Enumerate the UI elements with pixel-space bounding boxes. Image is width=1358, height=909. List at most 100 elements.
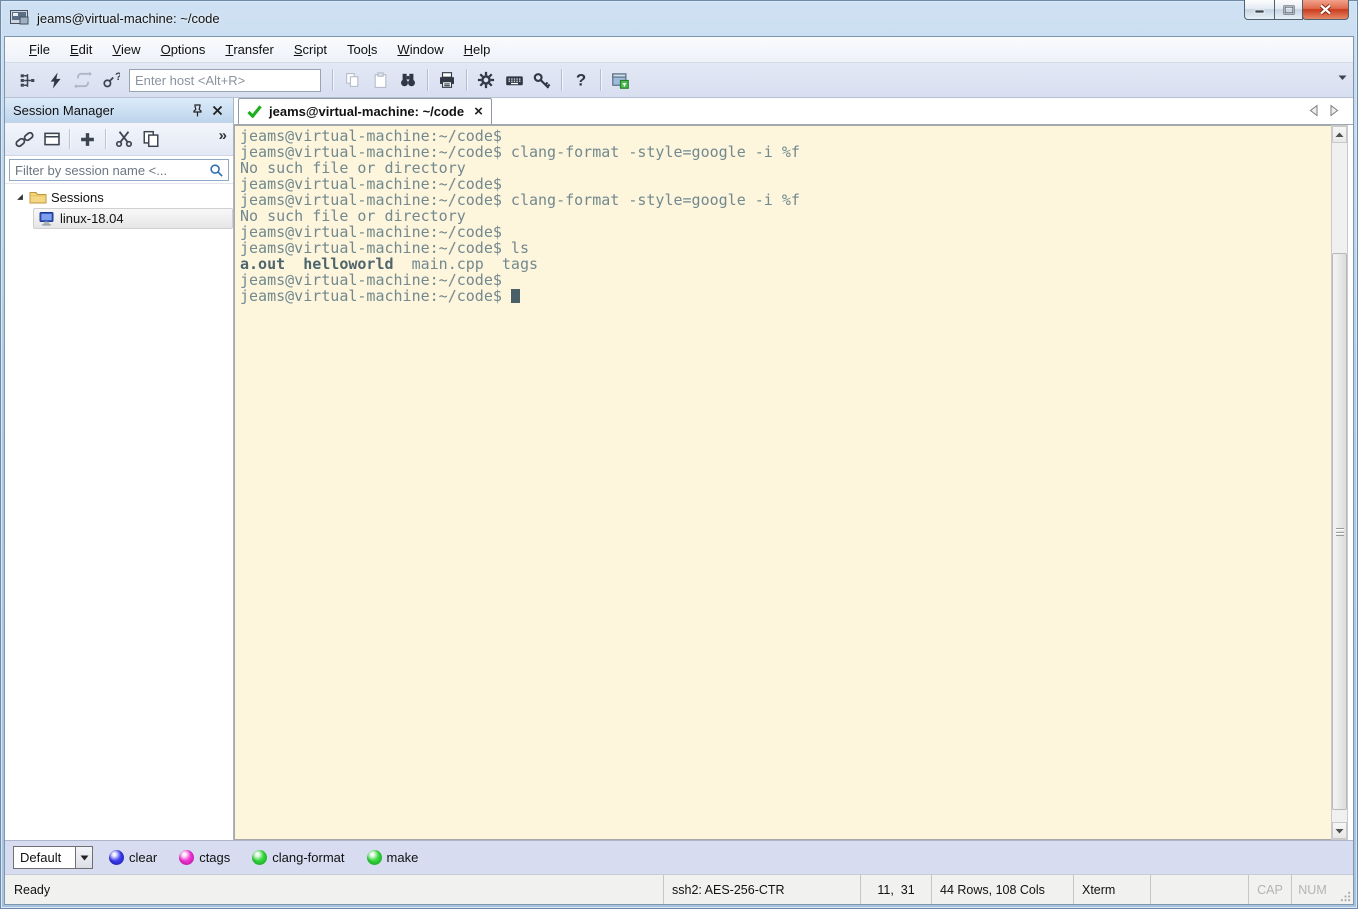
command-button-clang-format[interactable]: clang-format (252, 850, 345, 865)
options-gear-icon[interactable] (473, 67, 499, 93)
key-icon[interactable] (529, 67, 555, 93)
tree-root-label: Sessions (51, 189, 104, 205)
copy-session-icon[interactable] (138, 127, 163, 152)
terminal-line: jeams@virtual-machine:~/code$ (240, 127, 502, 145)
menu-item-transfer[interactable]: Transfer (215, 37, 283, 62)
ctags-ball-icon (179, 850, 195, 865)
quick-connect-icon[interactable] (42, 67, 68, 93)
status-ready: Ready (14, 882, 51, 897)
command-button-label: make (386, 850, 419, 865)
svg-text:?: ? (115, 71, 120, 83)
session-filter-input[interactable] (9, 159, 229, 181)
terminal-line: No such file or directory (240, 159, 466, 177)
profile-value: Default (13, 846, 75, 869)
tree-expand-icon[interactable] (13, 192, 27, 202)
app-icon (10, 10, 29, 25)
title-bar: jeams@virtual-machine: ~/code (0, 0, 1358, 36)
connect-dialog-icon[interactable]: ? (98, 67, 124, 93)
connected-check-icon (247, 105, 262, 118)
session-manager-panel: Session Manager » Filter by session name… (5, 98, 234, 840)
terminal-line: a.out helloworld main.cpp tags (240, 255, 539, 273)
menu-item-script[interactable]: Script (284, 37, 337, 62)
menu-item-view[interactable]: View (102, 37, 150, 62)
print-icon[interactable] (434, 67, 460, 93)
toolbar-separator (427, 69, 428, 91)
terminal-line: jeams@virtual-machine:~/code$ (240, 271, 502, 289)
status-emulation: Xterm (1073, 875, 1150, 904)
toolbar-overflow-icon[interactable] (1338, 74, 1347, 81)
menu-item-options[interactable]: Options (151, 37, 216, 62)
svg-text:?: ? (576, 71, 586, 89)
tab-close-icon[interactable]: × (474, 104, 483, 119)
menu-item-help[interactable]: Help (454, 37, 501, 62)
terminal-text[interactable]: jeams@virtual-machine:~/code$ jeams@virtu… (234, 125, 1331, 840)
overflow-chevron-icon[interactable]: » (219, 127, 227, 144)
terminal-area: jeams@virtual-machine:~/code$ jeams@virtu… (234, 125, 1353, 840)
tree-root-sessions[interactable]: Sessions (5, 186, 233, 208)
panel-close-icon[interactable] (207, 101, 227, 120)
filter-box (5, 156, 233, 184)
resize-grip[interactable] (1333, 875, 1353, 904)
tree-item-session[interactable]: linux-18.04 (33, 208, 233, 229)
computer-icon (39, 211, 54, 225)
connect-session-icon[interactable] (12, 127, 37, 152)
reconnect-icon[interactable] (70, 67, 96, 93)
menu-item-tools[interactable]: Too l s (337, 37, 387, 62)
quick-connect-host-input[interactable] (129, 68, 321, 92)
menu-item-edit[interactable]: Edit (60, 37, 102, 62)
copy-icon[interactable] (339, 67, 365, 93)
menubar: File Edit View Options Transfer Script Too l s Wi… (5, 37, 1353, 63)
clear-ball-icon (109, 850, 124, 865)
session-options-icon[interactable] (607, 67, 633, 93)
status-encryption: ssh2: AES-256-CTR (663, 875, 860, 904)
toolbar-separator (332, 69, 333, 91)
maximize-button[interactable] (1274, 0, 1303, 20)
scroll-down-icon[interactable] (1332, 822, 1347, 839)
status-spacer (1150, 875, 1248, 904)
tab-label: jeams@virtual-machine: ~/code (269, 104, 465, 119)
search-icon (210, 164, 223, 177)
status-terminal-size: 44 Rows, 108 Cols (931, 875, 1073, 904)
cut-icon[interactable] (111, 127, 136, 152)
paste-icon[interactable] (367, 67, 393, 93)
button-bar-profile-combo[interactable]: Default (13, 846, 93, 869)
tab-scroll-right-icon[interactable] (1329, 104, 1339, 117)
keyboard-icon[interactable] (501, 67, 527, 93)
minimize-button[interactable] (1244, 0, 1275, 20)
pin-icon[interactable] (187, 101, 207, 120)
clang-format-ball-icon (252, 850, 268, 865)
scrollbar-thumb[interactable] (1332, 253, 1347, 810)
button-bar: Default clear ctags clang-format make (5, 840, 1353, 874)
tab-scroll-left-icon[interactable] (1309, 104, 1319, 117)
session-manager-title: Session Manager (13, 102, 115, 118)
help-icon[interactable]: ? (568, 67, 594, 93)
button-bar-buttons: clear ctags clang-format make (109, 850, 440, 865)
toolbar-separator (561, 69, 562, 91)
menu-item-file[interactable]: File (19, 37, 60, 62)
terminal-line: jeams@virtual-machine:~/code$ (240, 175, 502, 193)
command-button-label: clang-format (272, 850, 345, 865)
status-bar: Ready ssh2: AES-256-CTR 11, 31 44 Rows, … (5, 874, 1353, 904)
toolbar-separator (600, 69, 601, 91)
menu-item-window[interactable]: Window (387, 37, 453, 62)
scroll-up-icon[interactable] (1332, 126, 1347, 143)
session-manager-toggle-icon[interactable] (14, 67, 40, 93)
chevron-down-icon[interactable] (75, 846, 93, 869)
new-window-icon[interactable] (39, 127, 64, 152)
terminal-line: No such file or directory (240, 207, 466, 225)
terminal-scrollbar (1331, 125, 1348, 840)
terminal-tab[interactable]: jeams@virtual-machine: ~/code × (238, 98, 492, 124)
command-button-make[interactable]: make (366, 850, 419, 865)
session-name: linux-18.04 (60, 211, 124, 226)
main-toolbar: ? (5, 63, 1353, 98)
window-title: jeams@virtual-machine: ~/code (37, 10, 220, 26)
add-session-icon[interactable] (75, 127, 100, 152)
close-button[interactable] (1302, 0, 1349, 20)
command-button-clear[interactable]: clear (109, 850, 157, 865)
scrollbar-track[interactable] (1332, 143, 1347, 822)
find-icon[interactable] (395, 67, 421, 93)
terminal-line: jeams@virtual-machine:~/code$ (240, 288, 1331, 304)
command-button-ctags[interactable]: ctags (179, 850, 230, 865)
terminal-line: jeams@virtual-machine:~/code$ clang-form… (240, 191, 800, 209)
session-manager-toolbar: » (5, 123, 233, 156)
